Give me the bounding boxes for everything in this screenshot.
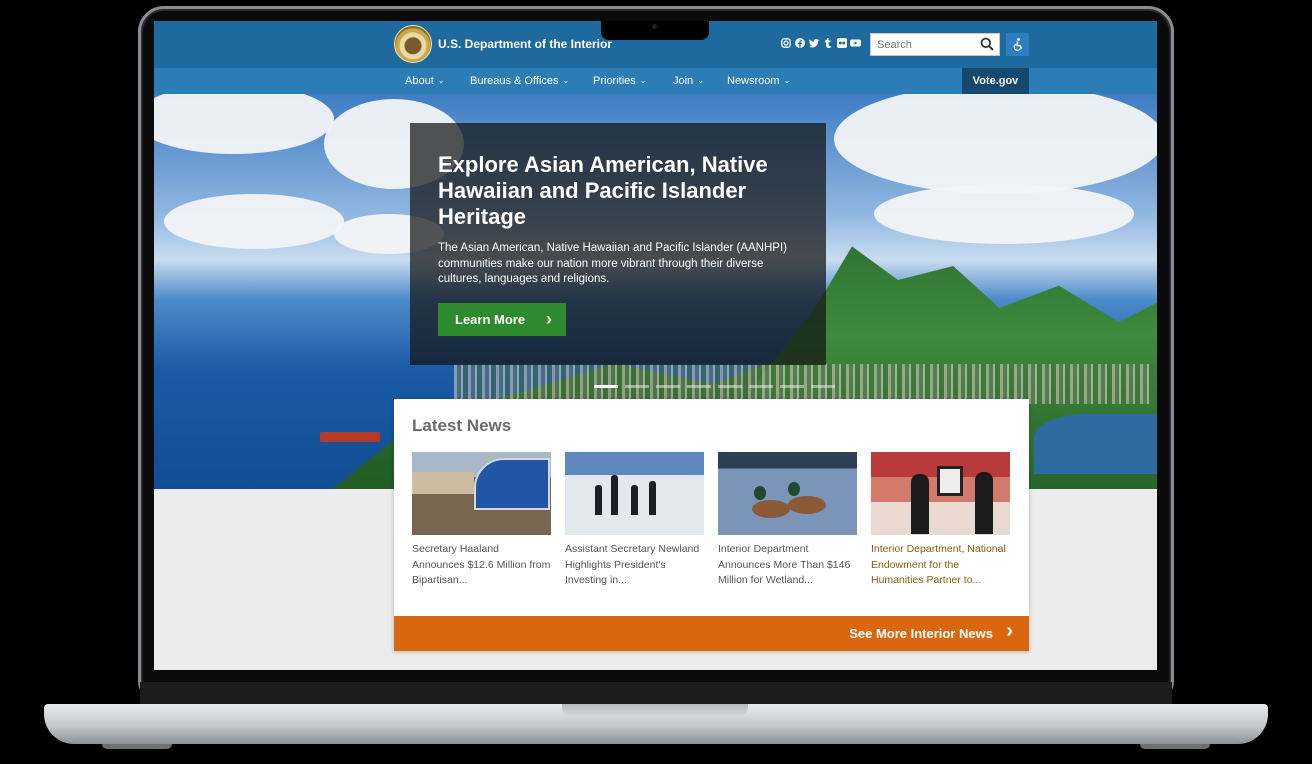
news-caption[interactable]: Interior Department, National Endowment …: [871, 542, 1011, 589]
nav-item-label: Join: [673, 75, 694, 87]
news-thumbnail[interactable]: [871, 452, 1010, 535]
chevron-down-icon: ⌄: [697, 76, 704, 85]
thumbnail-sign: [474, 458, 550, 510]
nav-item-label: Bureaus & Offices: [470, 75, 559, 87]
camera-icon: [652, 24, 657, 29]
news-thumbnail[interactable]: [412, 452, 551, 535]
hero-card: Explore Asian American, Native Hawaiian …: [410, 123, 826, 365]
hero-cloud: [154, 94, 334, 154]
carousel-dot[interactable]: [625, 385, 649, 388]
chevron-down-icon: ⌄: [562, 76, 570, 85]
thumbnail-building: [412, 472, 474, 494]
carousel-dot[interactable]: [811, 385, 835, 388]
twitter-icon[interactable]: [808, 38, 819, 49]
youtube-icon[interactable]: [850, 38, 861, 49]
news-caption[interactable]: Secretary Haaland Announces $12.6 Millio…: [412, 542, 552, 589]
site-title[interactable]: U.S. Department of the Interior: [438, 37, 612, 51]
browser-screen: U.S. Department of the Interior Search A…: [154, 21, 1157, 670]
search-box: [870, 33, 1000, 56]
laptop-foot-left: [102, 744, 172, 749]
carousel-dot[interactable]: [594, 385, 618, 388]
learn-more-label: Learn More: [455, 312, 526, 327]
news-card[interactable]: Interior Department Announces More Than …: [718, 452, 858, 589]
hero-title: Explore Asian American, Native Hawaiian …: [438, 152, 768, 229]
instagram-icon[interactable]: [780, 38, 791, 49]
tumblr-icon[interactable]: [822, 38, 833, 49]
hero-cloud: [164, 194, 344, 249]
news-caption[interactable]: Assistant Secretary Newland Highlights P…: [565, 542, 705, 589]
news-thumbnail[interactable]: [718, 452, 857, 535]
chevron-right-icon: ›: [546, 309, 552, 329]
chevron-right-icon: ›: [1006, 620, 1013, 642]
nav-item-join[interactable]: Join ⌄: [673, 75, 704, 87]
carousel-indicators: [594, 385, 835, 388]
chevron-down-icon: ⌄: [639, 76, 647, 85]
vote-gov-link[interactable]: Vote.gov: [962, 68, 1029, 94]
camera-notch: [601, 21, 709, 40]
see-more-label: See More Interior News: [849, 626, 993, 641]
carousel-dot[interactable]: [687, 385, 711, 388]
search-icon[interactable]: [980, 37, 994, 51]
thumbnail-duck: [752, 500, 790, 518]
nav-item-label: About: [405, 75, 434, 87]
latest-news-heading: Latest News: [412, 416, 512, 435]
news-card[interactable]: Interior Department, National Endowment …: [871, 452, 1011, 589]
nav-item-priorities[interactable]: Priorities ⌄: [593, 75, 647, 87]
news-caption[interactable]: Interior Department Announces More Than …: [718, 542, 858, 589]
news-thumbnail[interactable]: [565, 452, 704, 535]
thumbnail-duck-head: [754, 486, 766, 500]
main-nav: About ⌄ Bureaus & Offices ⌄ Priorities ⌄ Jo…: [154, 68, 1157, 94]
chevron-down-icon: ⌄: [437, 76, 445, 85]
learn-more-button[interactable]: Learn More ›: [438, 303, 566, 336]
nav-item-label: Newsroom: [727, 75, 780, 87]
hero-description: The Asian American, Native Hawaiian and …: [438, 242, 787, 285]
thumbnail-person: [611, 475, 618, 515]
social-links: [780, 38, 861, 49]
thumbnail-person: [649, 481, 656, 515]
see-more-news-button[interactable]: See More Interior News ›: [394, 616, 1029, 651]
search-input[interactable]: [871, 34, 979, 55]
news-card[interactable]: Secretary Haaland Announces $12.6 Millio…: [412, 452, 552, 589]
flickr-icon[interactable]: [836, 38, 847, 49]
thumbnail-person: [595, 485, 602, 515]
accessibility-button[interactable]: [1006, 33, 1029, 56]
hero-bay: [1034, 414, 1157, 474]
nav-item-newsroom[interactable]: Newsroom ⌄: [727, 75, 790, 87]
carousel-dot[interactable]: [749, 385, 773, 388]
carousel-dot[interactable]: [718, 385, 742, 388]
hero-town: [454, 364, 1154, 404]
chevron-down-icon: ⌄: [783, 76, 791, 85]
thumbnail-person: [631, 485, 638, 515]
thumbnail-person: [975, 472, 993, 534]
laptop-base-groove: [562, 704, 748, 717]
thumbnail-frame: [937, 466, 963, 496]
hero-cloud: [874, 184, 1134, 244]
laptop-bezel: [140, 682, 1172, 706]
nav-item-about[interactable]: About ⌄: [405, 75, 444, 87]
hero-cloud: [834, 94, 1157, 194]
thumbnail-duck-head: [788, 482, 800, 496]
doi-seal-logo[interactable]: [394, 25, 432, 63]
hero-ship: [320, 432, 380, 442]
news-card[interactable]: Assistant Secretary Newland Highlights P…: [565, 452, 705, 589]
thumbnail-duck: [788, 496, 826, 514]
thumbnail-person: [911, 474, 929, 534]
carousel-dot[interactable]: [780, 385, 804, 388]
nav-item-label: Priorities: [593, 75, 636, 87]
facebook-icon[interactable]: [794, 38, 805, 49]
nav-item-bureaus[interactable]: Bureaus & Offices ⌄: [470, 75, 569, 87]
carousel-dot[interactable]: [656, 385, 680, 388]
latest-news-panel: Latest News Secretary Haaland Announces …: [394, 399, 1029, 651]
accessibility-icon: [1012, 38, 1024, 54]
laptop-foot-right: [1140, 744, 1210, 749]
